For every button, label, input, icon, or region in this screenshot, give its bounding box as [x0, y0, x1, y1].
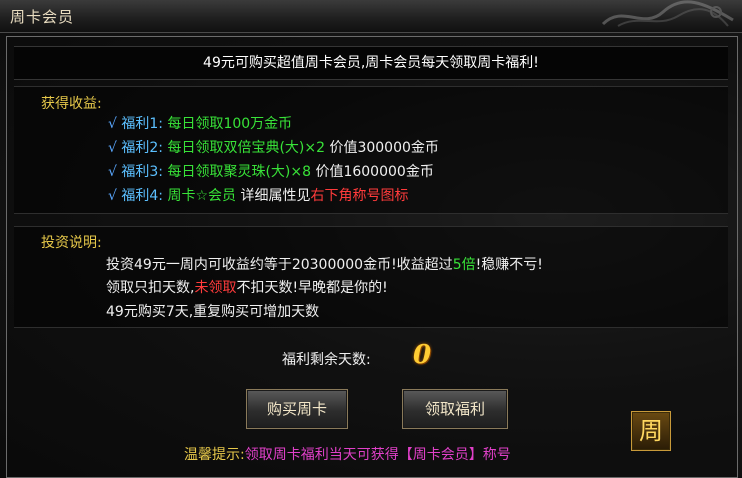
benefit-item: √ 福利3: 每日领取聚灵珠(大)×8 价值1600000金币	[108, 161, 434, 181]
benefit-text: 周卡☆会员	[167, 188, 237, 204]
benefit-text: 详细属性见	[236, 188, 311, 204]
investment-text: 未领取	[194, 280, 237, 296]
investment-title: 投资说明:	[41, 235, 102, 251]
benefit-text: 价值300000金币	[325, 140, 439, 156]
investment-text: 领取只扣天数,	[106, 280, 195, 296]
benefit-item: √ 福利4: 周卡☆会员 详细属性见右下角称号图标	[108, 185, 408, 205]
tip-text: 领取周卡福利当天可获得【周卡会员】称号	[244, 447, 511, 463]
benefit-text: 价值1600000金币	[311, 164, 434, 180]
tip-key: 温馨提示:	[184, 447, 245, 463]
headline-banner: 49元可购买超值周卡会员,周卡会员每天领取周卡福利!	[14, 46, 728, 80]
benefit-text: 每日领取聚灵珠(大)×8	[167, 164, 312, 180]
claim-benefit-button[interactable]: 领取福利	[402, 389, 508, 429]
benefit-text: 右下角称号图标	[310, 188, 409, 204]
week-card-window: 周卡会员 49元可购买超值周卡会员,周卡会员每天领取周卡福利! 获得收益: √ …	[0, 0, 742, 478]
dragon-ornament-icon	[601, 0, 734, 27]
benefit-label: 福利1:	[116, 116, 168, 132]
investment-line: 投资49元一周内可收益约等于20300000金币!收益超过5倍!稳赚不亏!	[106, 254, 543, 274]
week-title-icon[interactable]: 周	[631, 411, 671, 451]
benefit-label: 福利3:	[116, 164, 168, 180]
benefit-item: √ 福利2: 每日领取双倍宝典(大)×2 价值300000金币	[108, 137, 439, 157]
investment-text: !稳赚不亏!	[475, 257, 543, 273]
remaining-days-value: 0	[413, 340, 432, 370]
benefit-label: 福利2:	[116, 140, 168, 156]
check-mark-icon: √	[108, 140, 117, 156]
benefit-item: √ 福利1: 每日领取100万金币	[108, 113, 292, 133]
benefit-text: 每日领取双倍宝典(大)×2	[167, 140, 326, 156]
benefits-title: 获得收益:	[41, 96, 102, 112]
investment-line: 49元购买7天,重复购买可增加天数	[106, 301, 319, 321]
investment-text: 49元购买7天,重复购买可增加天数	[106, 304, 320, 320]
check-mark-icon: √	[108, 116, 117, 132]
benefits-section: 获得收益: √ 福利1: 每日领取100万金币 √ 福利2: 每日领取双倍宝典(大…	[14, 86, 728, 214]
benefit-text: 每日领取100万金币	[167, 116, 293, 132]
buy-week-card-button[interactable]: 购买周卡	[246, 389, 348, 429]
tip-line: 温馨提示:领取周卡福利当天可获得【周卡会员】称号	[184, 444, 511, 464]
investment-line: 领取只扣天数,未领取不扣天数!早晚都是你的!	[106, 277, 388, 297]
investment-text: 不扣天数!早晚都是你的!	[236, 280, 388, 296]
window-title: 周卡会员	[10, 8, 75, 26]
investment-text: 投资49元一周内可收益约等于20300000金币!收益超过	[106, 257, 453, 273]
investment-text: 5倍	[452, 257, 476, 273]
title-bar: 周卡会员	[0, 0, 742, 33]
remaining-days-label: 福利剩余天数:	[282, 352, 371, 368]
check-mark-icon: √	[108, 188, 117, 204]
benefit-label: 福利4:	[116, 188, 168, 204]
check-mark-icon: √	[108, 164, 117, 180]
investment-section: 投资说明: 投资49元一周内可收益约等于20300000金币!收益超过5倍!稳赚…	[14, 226, 728, 328]
